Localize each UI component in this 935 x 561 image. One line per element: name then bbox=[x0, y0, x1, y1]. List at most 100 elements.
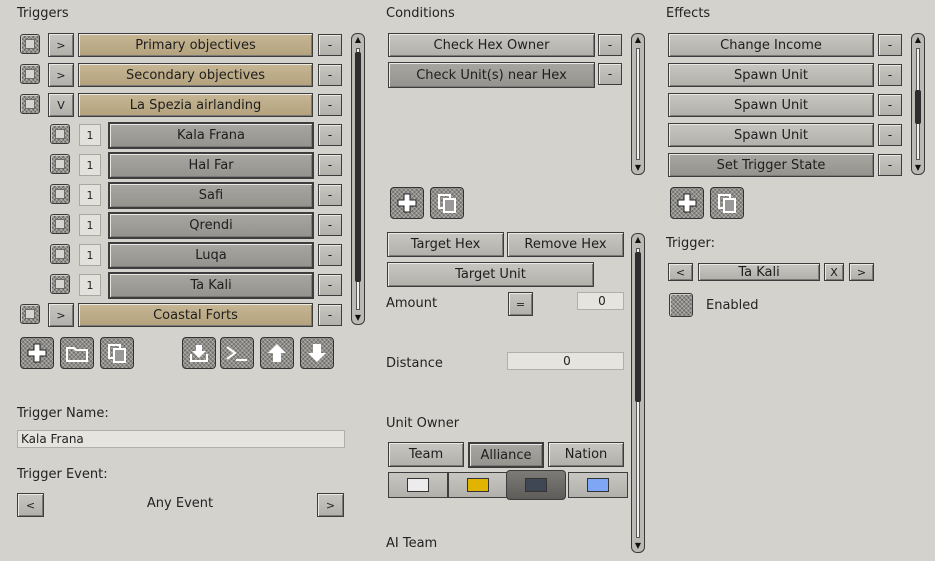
scroll-up-icon[interactable]: ▲ bbox=[912, 34, 924, 46]
remove-trigger-button[interactable]: - bbox=[318, 64, 342, 86]
expand-toggle[interactable]: > bbox=[48, 63, 74, 87]
trigger-item[interactable]: Ta Kali bbox=[108, 272, 314, 299]
scroll-thumb[interactable] bbox=[355, 52, 361, 282]
trigger-checkbox[interactable] bbox=[20, 304, 40, 324]
add-trigger-button[interactable] bbox=[20, 337, 54, 369]
terminal-icon bbox=[226, 346, 247, 361]
remove-trigger-button[interactable]: - bbox=[318, 274, 342, 296]
copy-condition-button[interactable] bbox=[430, 187, 464, 219]
effect-item[interactable]: Spawn Unit bbox=[668, 63, 874, 87]
owner-color-swatch[interactable] bbox=[568, 472, 628, 498]
owner-tab-team[interactable]: Team bbox=[388, 442, 464, 467]
owner-tab-nation[interactable]: Nation bbox=[548, 442, 624, 467]
remove-effect-button[interactable]: - bbox=[878, 154, 902, 176]
trigger-group[interactable]: La Spezia airlanding bbox=[78, 93, 313, 117]
remove-trigger-button[interactable]: - bbox=[318, 304, 342, 326]
trigger-checkbox[interactable] bbox=[50, 124, 70, 144]
expand-toggle[interactable]: > bbox=[48, 33, 74, 57]
scroll-thumb[interactable] bbox=[915, 90, 921, 124]
remove-trigger-button[interactable]: - bbox=[318, 214, 342, 236]
add-folder-button[interactable] bbox=[60, 337, 94, 369]
scroll-up-icon[interactable]: ▲ bbox=[352, 34, 364, 46]
trigger-group[interactable]: Secondary objectives bbox=[78, 63, 313, 87]
remove-trigger-button[interactable]: - bbox=[318, 184, 342, 206]
condition-item[interactable]: Check Hex Owner bbox=[388, 33, 595, 57]
remove-trigger-button[interactable]: - bbox=[318, 244, 342, 266]
remove-condition-button[interactable]: - bbox=[598, 63, 622, 85]
remove-effect-button[interactable]: - bbox=[878, 124, 902, 146]
condition-item[interactable]: Check Unit(s) near Hex bbox=[388, 62, 595, 88]
remove-condition-button[interactable]: - bbox=[598, 34, 622, 56]
remove-effect-button[interactable]: - bbox=[878, 94, 902, 116]
scroll-down-icon[interactable]: ▼ bbox=[912, 162, 924, 174]
trigger-item[interactable]: Kala Frana bbox=[108, 122, 314, 149]
remove-hex-button[interactable]: Remove Hex bbox=[507, 232, 624, 257]
amount-operator-button[interactable]: = bbox=[508, 292, 533, 316]
trigger-select[interactable]: Ta Kali bbox=[698, 263, 820, 281]
remove-effect-button[interactable]: - bbox=[878, 34, 902, 56]
owner-tab-alliance[interactable]: Alliance bbox=[468, 442, 544, 468]
move-down-button[interactable] bbox=[300, 337, 334, 369]
owner-color-swatch[interactable] bbox=[448, 472, 508, 498]
amount-input[interactable]: 0 bbox=[577, 292, 624, 310]
effect-item[interactable]: Spawn Unit bbox=[668, 123, 874, 147]
trigger-next-button[interactable]: > bbox=[849, 263, 874, 281]
trigger-item[interactable]: Luqa bbox=[108, 242, 314, 269]
script-button[interactable] bbox=[220, 337, 254, 369]
scroll-down-icon[interactable]: ▼ bbox=[352, 312, 364, 324]
scroll-down-icon[interactable]: ▼ bbox=[632, 540, 644, 552]
trigger-group[interactable]: Coastal Forts bbox=[78, 303, 313, 327]
scroll-up-icon[interactable]: ▲ bbox=[632, 34, 644, 46]
trigger-item[interactable]: Qrendi bbox=[108, 212, 314, 239]
trigger-checkbox[interactable] bbox=[50, 214, 70, 234]
trigger-group[interactable]: Primary objectives bbox=[78, 33, 313, 57]
scroll-up-icon[interactable]: ▲ bbox=[632, 234, 644, 246]
move-up-button[interactable] bbox=[260, 337, 294, 369]
effects-scrollbar[interactable]: ▲ ▼ bbox=[911, 33, 925, 175]
trigger-checkbox[interactable] bbox=[20, 94, 40, 114]
trigger-prev-button[interactable]: < bbox=[668, 263, 693, 281]
import-button[interactable] bbox=[182, 337, 216, 369]
trigger-checkbox[interactable] bbox=[20, 34, 40, 54]
remove-trigger-button[interactable]: - bbox=[318, 124, 342, 146]
trigger-item[interactable]: Safi bbox=[108, 182, 314, 209]
trigger-clear-button[interactable]: X bbox=[824, 263, 844, 281]
conditions-scrollbar[interactable]: ▲ ▼ bbox=[631, 33, 645, 175]
event-next-button[interactable]: > bbox=[317, 493, 344, 517]
effect-item[interactable]: Spawn Unit bbox=[668, 93, 874, 117]
trigger-name-input[interactable]: Kala Frana bbox=[17, 430, 345, 448]
triggers-header: Triggers bbox=[17, 6, 69, 21]
enabled-checkbox[interactable] bbox=[669, 293, 693, 317]
trigger-checkbox[interactable] bbox=[20, 64, 40, 84]
trigger-item[interactable]: Hal Far bbox=[108, 152, 314, 179]
triggers-scrollbar[interactable]: ▲ ▼ bbox=[351, 33, 365, 325]
copy-trigger-button[interactable] bbox=[100, 337, 134, 369]
add-effect-button[interactable] bbox=[670, 187, 704, 219]
expand-toggle[interactable]: > bbox=[48, 303, 74, 327]
amount-label: Amount bbox=[386, 296, 438, 311]
distance-label: Distance bbox=[386, 356, 443, 371]
effect-item[interactable]: Set Trigger State bbox=[668, 153, 874, 177]
copy-effect-button[interactable] bbox=[710, 187, 744, 219]
trigger-event-value: Any Event bbox=[146, 496, 214, 511]
trigger-checkbox[interactable] bbox=[50, 274, 70, 294]
target-unit-button[interactable]: Target Unit bbox=[387, 262, 594, 287]
remove-trigger-button[interactable]: - bbox=[318, 34, 342, 56]
scroll-thumb[interactable] bbox=[635, 252, 641, 402]
owner-color-swatch[interactable] bbox=[388, 472, 448, 498]
owner-color-swatch[interactable] bbox=[506, 470, 566, 500]
remove-trigger-button[interactable]: - bbox=[318, 94, 342, 116]
add-condition-button[interactable] bbox=[390, 187, 424, 219]
condition-settings-scrollbar[interactable]: ▲ ▼ bbox=[631, 233, 645, 553]
event-prev-button[interactable]: < bbox=[17, 493, 44, 517]
effect-item[interactable]: Change Income bbox=[668, 33, 874, 57]
distance-input[interactable]: 0 bbox=[507, 352, 624, 370]
trigger-checkbox[interactable] bbox=[50, 154, 70, 174]
trigger-checkbox[interactable] bbox=[50, 244, 70, 264]
remove-trigger-button[interactable]: - bbox=[318, 154, 342, 176]
remove-effect-button[interactable]: - bbox=[878, 64, 902, 86]
expand-toggle[interactable]: V bbox=[48, 93, 74, 117]
scroll-down-icon[interactable]: ▼ bbox=[632, 162, 644, 174]
trigger-checkbox[interactable] bbox=[50, 184, 70, 204]
target-hex-button[interactable]: Target Hex bbox=[387, 232, 504, 257]
